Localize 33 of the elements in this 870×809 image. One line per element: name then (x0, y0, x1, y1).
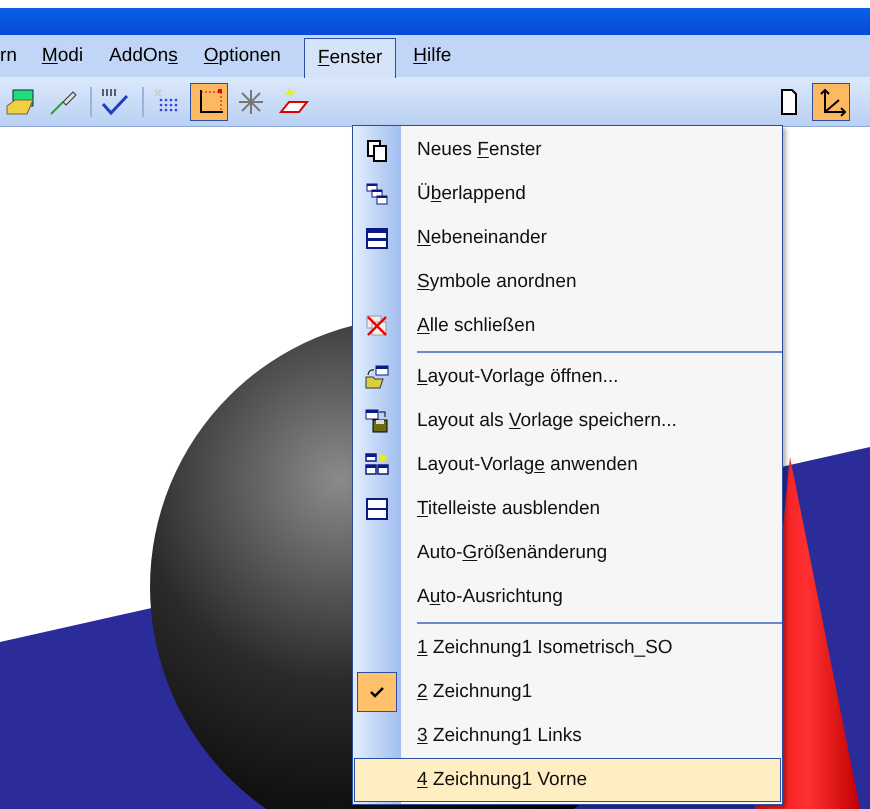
menu-item[interactable]: Symbole anordnen (401, 260, 782, 304)
check-icon (369, 685, 385, 699)
menu-icon (365, 138, 389, 162)
toolbar-button[interactable] (812, 83, 850, 121)
menu-item[interactable]: Auto-Ausrichtung (401, 575, 782, 619)
menu-icon (365, 497, 389, 521)
menu-item[interactable]: 1 Zeichnung1 Isometrisch_SO (401, 626, 782, 670)
menu-bar-item[interactable]: Optionen (190, 36, 294, 76)
menu-item[interactable]: Layout-Vorlage anwenden (401, 443, 782, 487)
menu-item[interactable]: Überlappend (401, 172, 782, 216)
toolbar-button[interactable] (190, 83, 228, 121)
menu-item[interactable]: Layout als Vorlage speichern... (401, 399, 782, 443)
menu-item[interactable]: Nebeneinander (401, 216, 782, 260)
toolbar-icon (99, 86, 131, 118)
menu-icon (365, 409, 389, 433)
menu-item[interactable]: 3 Zeichnung1 Links (401, 714, 782, 758)
menu-icon (365, 182, 389, 206)
menu-bar-item[interactable]: Fenster (304, 38, 396, 78)
menu-bar-item[interactable]: rn (0, 36, 29, 76)
menu-icon (365, 314, 389, 338)
menu-item[interactable]: Titelleiste ausblenden (401, 487, 782, 531)
menu-item[interactable]: 2 Zeichnung1 (401, 670, 782, 714)
menu-bar-item[interactable]: Modi (28, 36, 96, 76)
toolbar-icon (781, 89, 797, 115)
menu-icon (365, 226, 389, 250)
menu-icon (365, 453, 389, 477)
menu-item[interactable]: Alle schließen (401, 304, 782, 348)
menu-icon (365, 365, 389, 389)
menu-item[interactable]: Layout-Vorlage öffnen... (401, 355, 782, 399)
menu-bar-item[interactable]: Hilfe (400, 36, 464, 76)
menu-item[interactable]: Auto-Größenänderung (401, 531, 782, 575)
menu-bar-item[interactable]: AddOns (96, 36, 191, 76)
menu-item[interactable]: Neues Fenster (401, 128, 782, 172)
